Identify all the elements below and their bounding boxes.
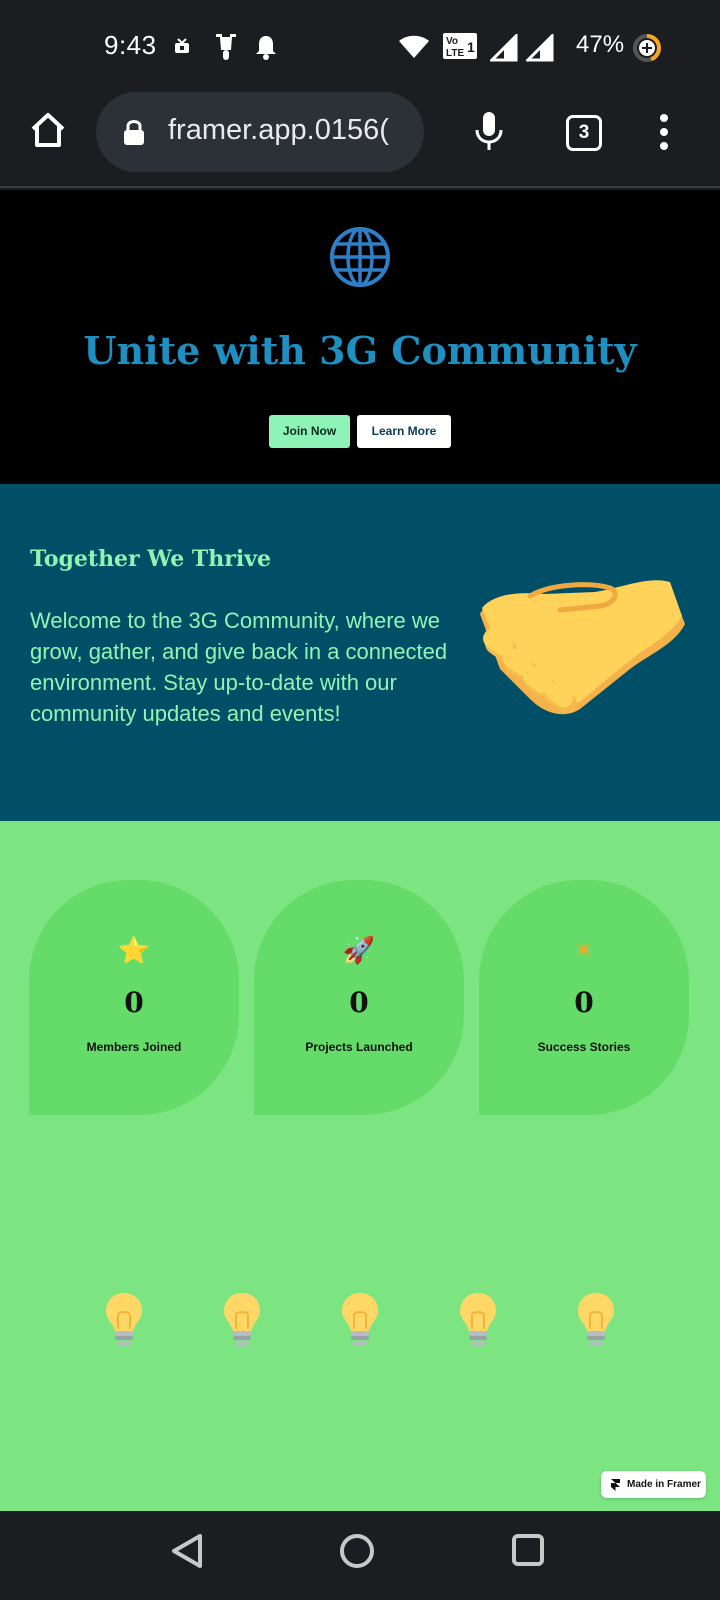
browser-toolbar: )0156.framer.app 3 (0, 92, 720, 188)
stat-card-members: ⭐ 0 Members Joined (29, 880, 239, 1115)
wifi-icon (399, 35, 429, 58)
stat-label: Success Stories (537, 1040, 631, 1054)
bell-icon (256, 36, 276, 60)
made-in-framer-badge[interactable]: Made in Framer (601, 1471, 706, 1498)
mic-icon[interactable] (474, 110, 504, 152)
stat-value: 0 (574, 986, 594, 1019)
stat-card-stories: ✴ 0 Success Stories (479, 880, 689, 1115)
sparkle-icon: ✴ (573, 936, 595, 966)
globe-icon (330, 227, 390, 287)
lock-icon (124, 120, 144, 145)
hero-title: Unite with 3G Community (83, 328, 637, 373)
home-icon[interactable] (28, 110, 68, 150)
rocket-icon: 🚀 (342, 936, 376, 966)
home-circle-icon[interactable] (339, 1533, 375, 1569)
stat-label: Members Joined (86, 1040, 182, 1054)
handshake-icon (480, 580, 685, 715)
more-icon[interactable] (656, 114, 672, 150)
lightbulb-icon (106, 1293, 142, 1345)
thrive-title: Together We Thrive (30, 546, 271, 572)
stat-label: Projects Launched (305, 1040, 413, 1054)
signal-icon (526, 34, 554, 62)
star-icon: ⭐ (117, 936, 151, 966)
url-text: )0156.framer.app (168, 114, 389, 146)
framer-logo-icon (611, 1479, 620, 1491)
scooter-icon (216, 34, 236, 60)
stat-card-projects: 🚀 0 Projects Launched (254, 880, 464, 1115)
signal-icon (490, 34, 518, 62)
svg-text:LTE: LTE (446, 48, 464, 59)
join-now-button[interactable]: Join Now (269, 415, 350, 448)
volte-icon: Vo LTE 1 (443, 33, 477, 59)
status-bar: 9:43 Vo LTE 1 47% (0, 0, 720, 92)
lightbulb-icon (460, 1293, 496, 1345)
battery-icon (633, 34, 661, 62)
lightbulb-icon (342, 1293, 378, 1345)
back-icon[interactable] (170, 1533, 204, 1569)
battery-percent: 47% (576, 31, 625, 58)
stats-section: ⭐ 0 Members Joined 🚀 0 Projects Launched… (0, 821, 720, 1511)
lightbulb-icon (578, 1293, 614, 1345)
badge-label: Made in Framer (627, 1479, 701, 1490)
thrive-section: Together We Thrive Welcome to the 3G Com… (0, 484, 720, 821)
stat-value: 0 (124, 986, 144, 1019)
system-nav-bar (0, 1511, 720, 1600)
status-time: 9:43 (104, 30, 157, 60)
tabs-button[interactable]: 3 (566, 115, 602, 151)
recents-icon[interactable] (511, 1533, 545, 1567)
svg-text:1: 1 (467, 39, 475, 55)
lightbulb-icon (224, 1293, 260, 1345)
svg-text:Vo: Vo (446, 36, 458, 47)
notification-icon (175, 38, 189, 53)
url-bar[interactable]: )0156.framer.app (96, 92, 424, 172)
stat-value: 0 (349, 986, 369, 1019)
hero-section: Unite with 3G Community Join Now Learn M… (0, 190, 720, 484)
learn-more-button[interactable]: Learn More (357, 415, 451, 448)
thrive-body: Welcome to the 3G Community, where we gr… (30, 608, 448, 726)
